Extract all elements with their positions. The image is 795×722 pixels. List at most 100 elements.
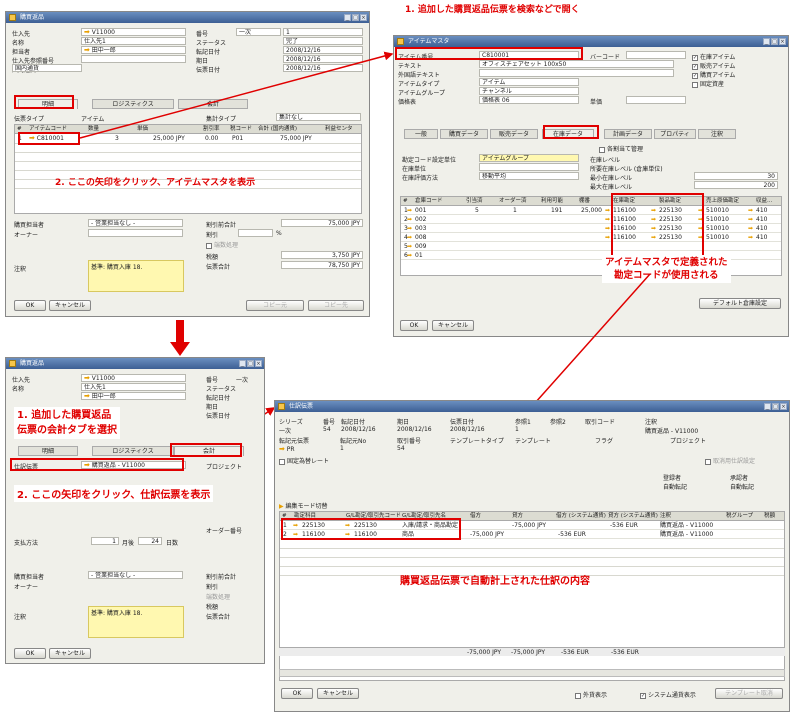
table-row[interactable]: 5 ➡ 009 bbox=[401, 242, 781, 251]
vendor-field[interactable]: ➡ V11000 bbox=[81, 374, 186, 382]
checkbox-show-sys[interactable]: ✓ システム通貨表示 bbox=[640, 690, 696, 699]
tab-remarks[interactable]: 注釈 bbox=[698, 129, 736, 139]
min-level-field[interactable]: 30 bbox=[694, 172, 778, 180]
cell-1[interactable]: 001 bbox=[415, 206, 426, 215]
checkbox-icon[interactable]: ✓ bbox=[692, 63, 698, 70]
checkbox-reversal[interactable]: 取消用仕訳設定 bbox=[705, 456, 755, 465]
doc-date-field[interactable]: 2008/12/16 bbox=[283, 64, 363, 72]
ok-button[interactable]: OK bbox=[400, 320, 428, 331]
link-arrow-icon[interactable]: ➡ bbox=[407, 224, 412, 233]
buyer-select[interactable]: - 営業担当なし - bbox=[88, 571, 183, 579]
checkbox-inventory-item[interactable]: ✓ 在庫アイテム bbox=[692, 52, 735, 61]
buyer-select[interactable]: - 営業担当なし - bbox=[88, 219, 183, 227]
edit-mode-toggle[interactable]: ▶ 編集モード切替 bbox=[279, 501, 328, 510]
name-field[interactable]: 仕入先1 bbox=[81, 37, 186, 45]
tab-properties[interactable]: プロパティ bbox=[654, 129, 696, 139]
maximize-icon[interactable]: □ bbox=[771, 38, 778, 45]
due-date-field[interactable]: 2008/12/16 bbox=[283, 55, 363, 63]
cancel-button[interactable]: キャンセル bbox=[432, 320, 474, 331]
discount-pct-field[interactable] bbox=[238, 229, 273, 237]
tab-logistics[interactable]: ロジスティクス bbox=[92, 446, 174, 456]
checkbox-icon[interactable] bbox=[575, 692, 581, 699]
table-row[interactable]: 4 ➡ 008 ➡ 116100 ➡ 225130 ➡ 510010 ➡ 410 bbox=[401, 233, 781, 242]
price-list-select[interactable]: 価格表 06 bbox=[479, 96, 579, 104]
header-value-0[interactable]: 一次 bbox=[279, 426, 291, 435]
tab-planning[interactable]: 計画データ bbox=[604, 129, 652, 139]
cell-8[interactable]: 510010 bbox=[706, 215, 729, 224]
checkbox-purchase-item[interactable]: ✓ 購買アイテム bbox=[692, 70, 735, 79]
copy-from-button[interactable]: コピー元 bbox=[246, 300, 304, 311]
minimize-icon[interactable]: _ bbox=[239, 360, 246, 367]
summary-type-select[interactable]: 集計なし bbox=[276, 113, 361, 121]
cell-1[interactable]: 003 bbox=[415, 224, 426, 233]
post-date-field[interactable]: 2008/12/16 bbox=[283, 46, 363, 54]
link-arrow-icon[interactable]: ➡ bbox=[84, 29, 90, 35]
link-arrow-icon[interactable]: ➡ bbox=[407, 251, 412, 260]
cell-8[interactable]: 510010 bbox=[706, 233, 729, 242]
header-value-8[interactable]: 購買返品 - V11000 bbox=[645, 426, 698, 435]
series-select[interactable]: 一次 bbox=[236, 28, 281, 36]
origin-value[interactable]: ➡ PR bbox=[279, 445, 295, 453]
gl-method-select[interactable]: アイテムグループ bbox=[479, 154, 579, 162]
uom-field[interactable] bbox=[479, 163, 579, 171]
name-field[interactable]: 仕入先1 bbox=[81, 383, 186, 391]
checkbox-icon[interactable] bbox=[705, 458, 711, 465]
checkbox-icon[interactable] bbox=[692, 81, 698, 88]
checkbox-sales-item[interactable]: ✓ 販売アイテム bbox=[692, 61, 735, 70]
link-arrow-icon[interactable]: ➡ bbox=[407, 215, 412, 224]
maximize-icon[interactable]: □ bbox=[352, 14, 359, 21]
foreign-text-field[interactable] bbox=[479, 69, 674, 77]
tab-sales[interactable]: 販売データ bbox=[490, 129, 538, 139]
link-arrow-icon[interactable]: ➡ bbox=[748, 215, 753, 224]
contact-field[interactable]: ➡ 田中一郎 bbox=[81, 46, 186, 54]
link-arrow-icon[interactable]: ➡ bbox=[84, 47, 90, 53]
minimize-icon[interactable]: _ bbox=[344, 14, 351, 21]
tab-logistics[interactable]: ロジスティクス bbox=[92, 99, 174, 109]
ok-button[interactable]: OK bbox=[281, 688, 313, 699]
checkbox-icon[interactable] bbox=[206, 242, 212, 249]
tab-accounting[interactable]: 会計 bbox=[178, 99, 248, 109]
close-icon[interactable]: × bbox=[255, 360, 262, 367]
checkbox-icon[interactable]: ✓ bbox=[692, 54, 698, 61]
due-month-field[interactable]: 1 bbox=[91, 537, 119, 545]
link-arrow-icon[interactable]: ➡ bbox=[407, 233, 412, 242]
checkbox-show-fc[interactable]: 外貨表示 bbox=[575, 690, 607, 699]
item-type-select[interactable]: アイテム bbox=[479, 78, 579, 86]
max-level-field[interactable]: 200 bbox=[694, 181, 778, 189]
default-warehouse-button[interactable]: デフォルト倉庫設定 bbox=[699, 298, 781, 309]
table-row[interactable]: 1 ➡ 001 5 1 191 25,000 ➡ 116100 ➡ 225130 ➡ 510010 ➡ 41… bbox=[401, 206, 781, 215]
header-value-1[interactable]: 54 bbox=[323, 426, 331, 433]
copy-to-button[interactable]: コピー先 bbox=[308, 300, 364, 311]
remarks-field[interactable]: 基準: 購買入庫 18. bbox=[88, 606, 184, 638]
valuation-field[interactable]: 移動平均 bbox=[479, 172, 579, 180]
tab-purchasing[interactable]: 購買データ bbox=[440, 129, 488, 139]
close-icon[interactable]: × bbox=[780, 403, 787, 410]
cancel-button[interactable]: キャンセル bbox=[317, 688, 359, 699]
cell-9[interactable]: 410 bbox=[756, 233, 767, 242]
cell-1[interactable]: 009 bbox=[415, 242, 426, 251]
checkbox-icon[interactable]: ✓ bbox=[640, 692, 646, 699]
template-cancel-button[interactable]: テンプレート取消 bbox=[715, 688, 783, 699]
link-arrow-icon[interactable]: ➡ bbox=[605, 233, 610, 242]
minimize-icon[interactable]: _ bbox=[763, 38, 770, 45]
checkbox-serial[interactable]: 各割当て管理 bbox=[599, 144, 643, 153]
link-arrow-icon[interactable]: ➡ bbox=[279, 445, 285, 453]
close-icon[interactable]: × bbox=[360, 14, 367, 21]
checkbox-fixed-asset[interactable]: 固定資産 bbox=[692, 79, 724, 88]
text-field[interactable]: オフィスチェアセット 100x50 bbox=[479, 60, 674, 68]
number-field[interactable]: 1 bbox=[283, 28, 363, 36]
link-arrow-icon[interactable]: ➡ bbox=[748, 233, 753, 242]
link-arrow-icon[interactable]: ➡ bbox=[407, 242, 412, 251]
remarks-field[interactable]: 基準: 購買入庫 18. bbox=[88, 260, 184, 292]
link-arrow-icon[interactable]: ➡ bbox=[84, 393, 90, 399]
vendor-ref-field[interactable] bbox=[81, 55, 186, 63]
minimize-icon[interactable]: _ bbox=[764, 403, 771, 410]
days-field[interactable]: 24 bbox=[138, 537, 162, 545]
maximize-icon[interactable]: □ bbox=[772, 403, 779, 410]
contact-field[interactable]: ➡ 田中一郎 bbox=[81, 392, 186, 400]
link-arrow-icon[interactable]: ➡ bbox=[84, 375, 90, 381]
header-value-4[interactable]: 2008/12/16 bbox=[450, 426, 485, 433]
header-value-5[interactable]: 1 bbox=[515, 426, 519, 433]
checkbox-icon[interactable]: ✓ bbox=[692, 72, 698, 79]
header-value-2[interactable]: 2008/12/16 bbox=[341, 426, 376, 433]
